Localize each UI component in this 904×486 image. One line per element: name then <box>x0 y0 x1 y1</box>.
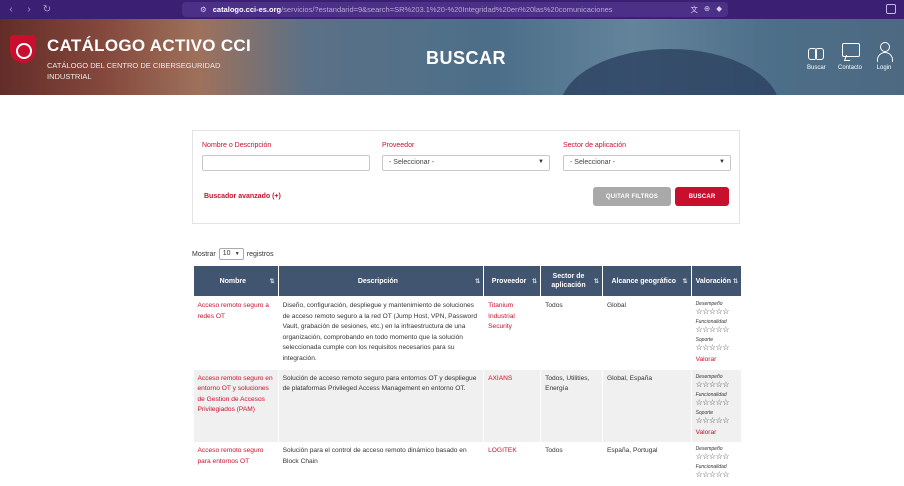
site-title[interactable]: CATÁLOGO ACTIVO CCI <box>47 36 251 56</box>
col-header-sector[interactable]: Sector de aplicación ⇅ <box>540 265 603 297</box>
sort-icon: ⇅ <box>593 279 599 285</box>
entries-prefix: Mostrar <box>192 250 216 258</box>
sort-icon: ⇅ <box>532 279 538 285</box>
provider-select[interactable]: - Seleccionar - ▼ <box>382 155 550 171</box>
sort-icon: ⇅ <box>269 279 275 285</box>
row-name-link[interactable]: Acceso remoto seguro a redes OT <box>193 296 279 370</box>
provider-label: Proveedor <box>382 142 415 149</box>
col-header-nombre[interactable]: Nombre ⇅ <box>193 265 279 297</box>
table-row: Acceso remoto seguro a redes OT Diseño, … <box>193 296 743 370</box>
row-scope: Global, España <box>602 369 692 442</box>
nav-contacto[interactable]: Contacto <box>838 42 862 71</box>
row-sector: Todos, Utilities, Energía <box>540 369 603 442</box>
zoom-icon[interactable]: ⊕ <box>704 4 710 15</box>
row-scope: Global <box>602 296 692 370</box>
row-name-link[interactable]: Acceso remoto seguro en entorno OT y sol… <box>193 369 279 442</box>
row-sector: Todos <box>540 442 603 486</box>
row-description: Solución de acceso remoto seguro para en… <box>278 369 485 442</box>
sort-icon: ⇅ <box>475 279 481 285</box>
col-header-descripcion[interactable]: Descripción ⇅ <box>277 265 485 297</box>
star-rating-icon: ☆☆☆☆☆ <box>695 452 730 461</box>
sidebar-toggle-icon[interactable] <box>886 4 896 14</box>
url-path: /servicios/?estandarid=9&search=SR%203.1… <box>281 5 613 14</box>
site-subtitle: CATÁLOGO DEL CENTRO DE CIBERSEGURIDAD IN… <box>47 61 221 81</box>
star-rating-icon: ☆☆☆☆☆ <box>695 379 730 389</box>
search-filters: Nombre o Descripción Proveedor - Selecci… <box>192 130 740 224</box>
row-rating: Desempeño ☆☆☆☆☆ Funcionalidad ☆☆☆☆☆ Sopo… <box>691 296 743 370</box>
translate-icon[interactable]: 文 <box>690 4 698 15</box>
rate-link[interactable]: Valorar <box>696 355 737 366</box>
site-header: CATÁLOGO ACTIVO CCI CATÁLOGO DEL CENTRO … <box>0 19 904 95</box>
forward-icon[interactable]: › <box>24 4 34 15</box>
entries-select[interactable]: 10 ▼ <box>218 248 244 260</box>
nav-contacto-label: Contacto <box>838 65 863 71</box>
advanced-search-link[interactable]: Buscador avanzado (+) <box>204 193 281 200</box>
row-description: Solución para el control de acceso remot… <box>278 442 485 486</box>
star-rating-icon: ☆☆☆☆☆ <box>695 325 730 334</box>
sector-select[interactable]: - Seleccionar - ▼ <box>563 155 731 171</box>
name-input[interactable] <box>202 155 370 171</box>
table-row: Acceso remoto seguro en entorno OT y sol… <box>193 369 743 442</box>
url-host: catalogo.cci-es.org <box>212 5 282 14</box>
row-name-link[interactable]: Acceso remoto seguro para entornos OT <box>193 442 279 486</box>
entries-value: 10 <box>222 250 231 257</box>
row-description: Diseño, configuración, despliegue y mant… <box>278 296 485 370</box>
nav-buscar-label: Buscar <box>807 65 826 71</box>
entries-control: Mostrar 10 ▼ registros <box>192 248 274 260</box>
rate-link[interactable]: Valorar <box>696 428 737 439</box>
name-label: Nombre o Descripción <box>202 142 272 149</box>
row-scope: España, Portugal <box>602 442 692 486</box>
star-rating-icon: ☆☆☆☆☆ <box>695 343 730 352</box>
star-rating-icon: ☆☆☆☆☆ <box>695 415 730 425</box>
col-header-alcance[interactable]: Alcance geográfico ⇅ <box>601 265 692 297</box>
row-sector: Todos <box>540 296 603 370</box>
page-title: BUSCAR <box>426 48 507 68</box>
sector-label: Sector de aplicación <box>563 142 627 149</box>
nav-login-label: Login <box>876 65 892 71</box>
clear-filters-button[interactable]: QUITAR FILTROS <box>593 187 671 206</box>
caret-down-icon: ▼ <box>538 159 544 165</box>
tune-icon[interactable]: ⚙ <box>200 5 207 14</box>
user-icon <box>875 42 893 62</box>
sector-select-value: - Seleccionar - <box>570 159 616 166</box>
row-provider-link[interactable]: Titanium Industrial Security <box>483 296 542 370</box>
chat-icon <box>841 42 860 60</box>
table-row: Acceso remoto seguro para entornos OT So… <box>193 442 743 486</box>
col-header-valoracion[interactable]: Valoración ⇅ <box>690 265 743 297</box>
search-button[interactable]: BUSCAR <box>675 187 729 206</box>
reload-icon[interactable]: ↻ <box>42 4 52 15</box>
binoculars-icon <box>807 42 825 60</box>
row-rating: Desempeño ☆☆☆☆☆ Funcionalidad ☆☆☆☆☆ <box>691 442 743 486</box>
star-rating-icon: ☆☆☆☆☆ <box>695 307 730 316</box>
col-header-proveedor[interactable]: Proveedor ⇅ <box>483 265 542 297</box>
caret-down-icon: ▼ <box>234 251 240 257</box>
table-header-row: Nombre ⇅ Descripción ⇅ Proveedor ⇅ Sector d… <box>193 265 743 297</box>
star-rating-icon: ☆☆☆☆☆ <box>695 397 730 407</box>
nav-buscar[interactable]: Buscar <box>807 42 826 71</box>
row-provider-link[interactable]: LOGITEK <box>483 442 542 486</box>
browser-toolbar: ‹ › ↻ ⚙ catalogo.cci-es.org/servicios/?e… <box>0 0 904 19</box>
cci-logo-icon[interactable] <box>6 31 40 67</box>
address-bar[interactable]: ⚙ catalogo.cci-es.org/servicios/?estanda… <box>182 2 728 17</box>
caret-down-icon: ▼ <box>719 159 725 165</box>
entries-suffix: registros <box>246 250 274 258</box>
nav-login[interactable]: Login <box>875 42 893 71</box>
back-icon[interactable]: ‹ <box>6 4 16 15</box>
results-table: Nombre ⇅ Descripción ⇅ Proveedor ⇅ Sector d… <box>193 265 743 486</box>
sort-icon: ⇅ <box>682 279 688 285</box>
star-rating-icon: ☆☆☆☆☆ <box>695 470 730 479</box>
row-rating: Desempeño ☆☆☆☆☆ Funcionalidad ☆☆☆☆☆ Sopo… <box>691 369 743 442</box>
shield-icon[interactable]: ◆ <box>716 4 722 15</box>
sort-icon: ⇅ <box>732 279 738 285</box>
row-provider-link[interactable]: AXIANS <box>483 369 542 442</box>
provider-select-value: - Seleccionar - <box>389 159 435 166</box>
